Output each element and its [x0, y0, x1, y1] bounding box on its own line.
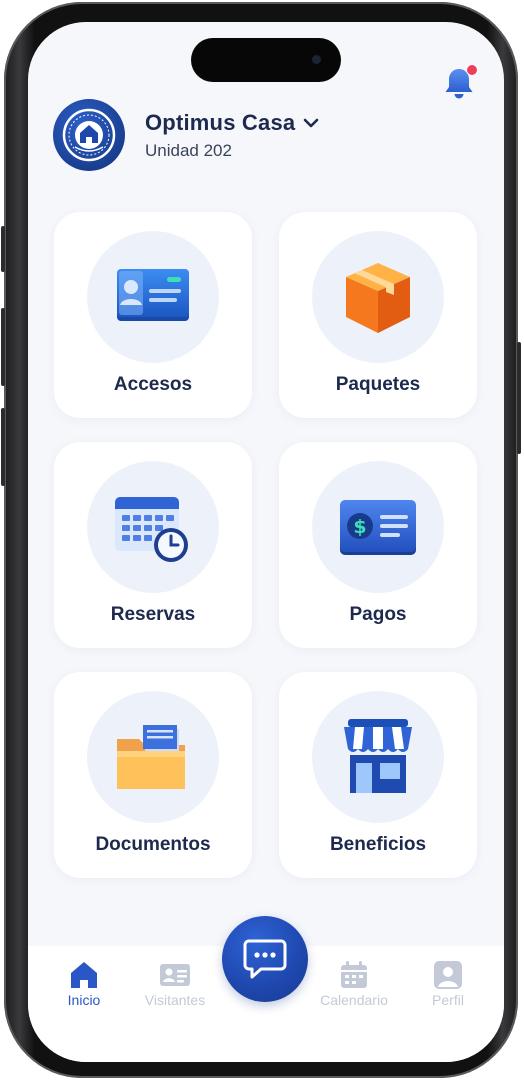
dynamic-island	[191, 38, 341, 82]
calendar-clock-icon	[115, 497, 188, 562]
community-name: Optimus Casa	[145, 110, 296, 135]
home-icon	[71, 962, 97, 988]
nav-label: Inicio	[67, 992, 101, 1008]
phone-frame: Optimus Casa Unidad 202 Accesos Paquetes…	[1, 2, 521, 1078]
payment-card-icon: $	[340, 500, 416, 555]
volume-down-button	[1, 408, 5, 486]
notification-badge	[466, 64, 478, 76]
visitors-icon	[160, 964, 190, 986]
community-selector[interactable]: Optimus Casa	[145, 108, 319, 138]
nav-item-visitantes[interactable]: Visitantes	[135, 960, 215, 1008]
power-button	[517, 342, 521, 454]
tile-icon-background: $	[312, 461, 444, 593]
tile-icon-background	[312, 231, 444, 363]
chevron-down-icon	[304, 118, 319, 128]
community-logo	[53, 99, 125, 171]
nav-label: Calendario	[320, 992, 388, 1008]
profile-icon	[434, 961, 462, 989]
tile-label: Reservas	[110, 604, 196, 625]
tile-reservas[interactable]: Reservas	[54, 442, 252, 648]
folder-icon	[117, 725, 185, 789]
tile-label: Beneficios	[329, 834, 427, 855]
action-button	[1, 226, 5, 272]
tile-pagos[interactable]: $ Pagos	[279, 442, 477, 648]
nav-item-perfil[interactable]: Perfil	[408, 960, 488, 1008]
app-screen: Optimus Casa Unidad 202 Accesos Paquetes…	[28, 22, 504, 1062]
tile-label: Accesos	[113, 374, 193, 395]
volume-up-button	[1, 308, 5, 386]
tile-icon-background	[312, 691, 444, 823]
tile-icon-background	[87, 691, 219, 823]
nav-label: Perfil	[432, 992, 464, 1008]
tile-paquetes[interactable]: Paquetes	[279, 212, 477, 418]
nav-item-calendario[interactable]: Calendario	[314, 960, 394, 1008]
tile-icon-background	[87, 231, 219, 363]
tile-label: Paquetes	[335, 374, 421, 395]
nav-label: Visitantes	[144, 992, 206, 1008]
tile-documentos[interactable]: Documentos	[54, 672, 252, 878]
nav-item-inicio[interactable]: Inicio	[44, 960, 124, 1008]
tile-label: Documentos	[95, 834, 211, 855]
tile-label: Pagos	[349, 604, 407, 625]
tile-accesos[interactable]: Accesos	[54, 212, 252, 418]
package-icon	[346, 263, 410, 333]
store-icon	[344, 719, 412, 793]
chat-icon	[243, 939, 287, 979]
id-card-icon	[117, 269, 189, 321]
svg-text:$: $	[353, 516, 366, 538]
chat-button[interactable]	[222, 916, 308, 1002]
tile-beneficios[interactable]: Beneficios	[279, 672, 477, 878]
calendar-icon	[341, 961, 367, 988]
unit-label: Unidad 202	[145, 141, 232, 160]
tile-icon-background	[87, 461, 219, 593]
